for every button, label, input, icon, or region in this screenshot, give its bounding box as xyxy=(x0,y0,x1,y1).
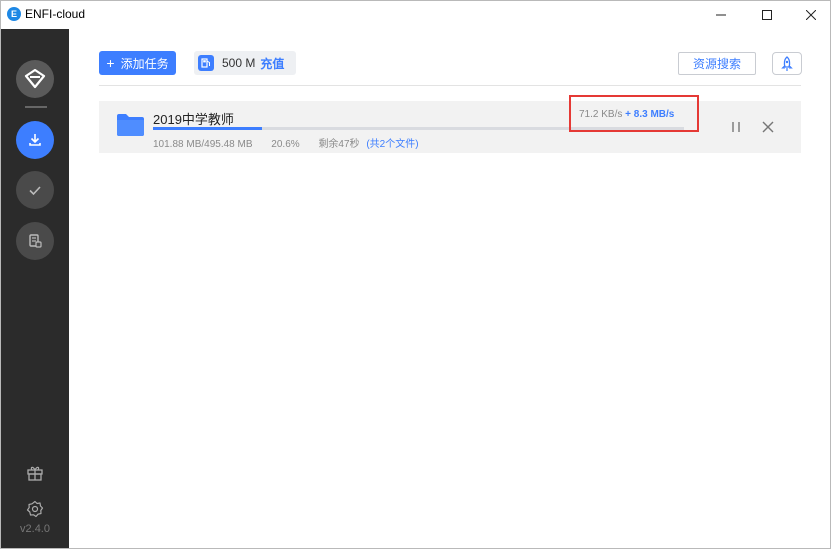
remove-task-button[interactable] xyxy=(761,120,775,134)
plus-icon: + xyxy=(106,55,115,71)
pause-icon xyxy=(732,122,740,132)
minimize-icon xyxy=(716,14,726,16)
add-task-button[interactable]: + 添加任务 xyxy=(99,51,176,75)
window-title: ENFI-cloud xyxy=(25,7,86,21)
minimize-button[interactable] xyxy=(698,1,744,29)
download-speed: 71.2 KB/s + 8.3 MB/s xyxy=(579,109,674,120)
task-row[interactable]: 2019中学教师 101.88 MB/495.48 MB 20.6% 剩余47秒… xyxy=(99,95,801,153)
quota-size: 500 M xyxy=(222,56,256,70)
close-icon xyxy=(762,121,774,133)
settings-icon xyxy=(26,500,44,518)
base-speed: 71.2 KB/s xyxy=(579,109,623,120)
document-icon xyxy=(29,234,42,248)
sidebar: v2.4.0 xyxy=(1,29,69,548)
percent-complete: 20.6% xyxy=(271,139,300,150)
downloaded-size: 101.88 MB/495.48 MB xyxy=(153,139,253,150)
brand-logo xyxy=(16,60,54,98)
main-panel: + 添加任务 500 M 充值 资源搜索 2019中学教师 101.88 MB/… xyxy=(69,29,830,548)
sidebar-item-completed[interactable] xyxy=(16,171,54,209)
recharge-link[interactable]: 充值 xyxy=(260,55,284,72)
task-name: 2019中学教师 xyxy=(153,112,234,127)
close-icon xyxy=(806,10,816,20)
sidebar-item-downloads[interactable] xyxy=(16,121,54,159)
app-logo-icon: E xyxy=(7,7,21,21)
folder-icon xyxy=(117,114,144,136)
task-meta: 101.88 MB/495.48 MB 20.6% 剩余47秒 (共2个文件) xyxy=(153,135,419,150)
sidebar-item-cloud-files[interactable] xyxy=(16,222,54,260)
maximize-button[interactable] xyxy=(744,1,790,29)
time-remaining: 剩余47秒 xyxy=(318,139,360,150)
boost-speed: + 8.3 MB/s xyxy=(625,109,675,120)
add-task-label: 添加任务 xyxy=(120,56,169,71)
accelerate-button[interactable] xyxy=(772,52,802,75)
app-version: v2.4.0 xyxy=(20,523,50,535)
sidebar-separator xyxy=(25,106,47,108)
app-window: E ENFI-cloud v2.4.0 + 添加任务 500 M 充值 资源搜索… xyxy=(0,0,831,549)
brand-logo-icon xyxy=(24,69,46,89)
resource-search-button[interactable]: 资源搜索 xyxy=(678,52,756,75)
maximize-icon xyxy=(762,10,772,20)
quota-badge[interactable]: 500 M 充值 xyxy=(194,51,296,75)
settings-button[interactable] xyxy=(25,499,45,519)
toolbar-divider xyxy=(99,85,801,86)
progress-fill xyxy=(153,127,263,130)
title-bar[interactable]: E ENFI-cloud xyxy=(1,1,830,29)
check-icon xyxy=(29,186,41,196)
fuel-icon xyxy=(198,55,214,71)
download-icon xyxy=(29,134,41,146)
close-window-button[interactable] xyxy=(788,1,831,29)
gift-button[interactable] xyxy=(25,463,45,483)
files-count-link[interactable]: (共2个文件) xyxy=(366,139,418,150)
gift-icon xyxy=(27,466,43,481)
pause-button[interactable] xyxy=(729,120,743,134)
rocket-icon xyxy=(781,55,793,71)
